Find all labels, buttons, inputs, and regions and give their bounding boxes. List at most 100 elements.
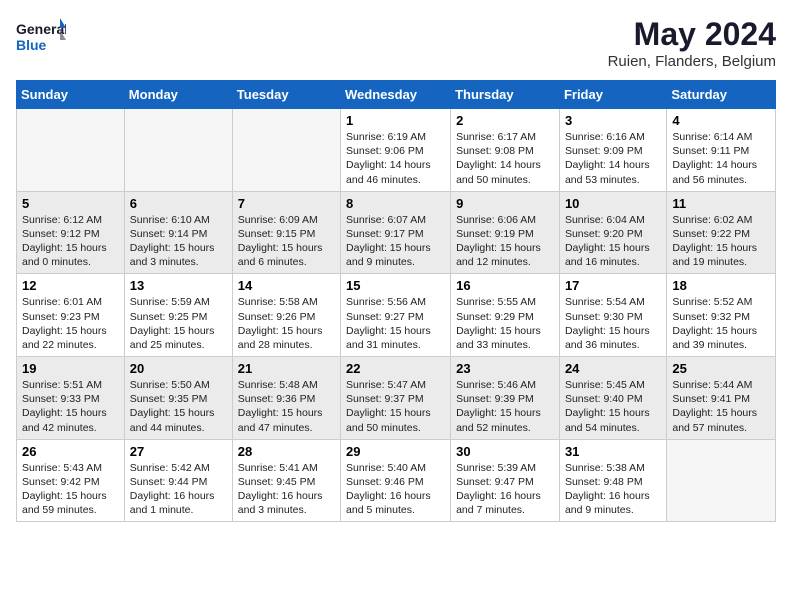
day-info: Sunrise: 5:39 AM Sunset: 9:47 PM Dayligh… [456, 461, 554, 518]
logo: General Blue [16, 16, 66, 60]
day-info: Sunrise: 5:42 AM Sunset: 9:44 PM Dayligh… [130, 461, 227, 518]
day-cell-7: 7 Sunrise: 6:09 AM Sunset: 9:15 PM Daylig… [232, 191, 340, 274]
day-info: Sunrise: 6:14 AM Sunset: 9:11 PM Dayligh… [672, 130, 770, 187]
day-cell-10: 10 Sunrise: 6:04 AM Sunset: 9:20 PM Dayli… [559, 191, 666, 274]
day-number: 9 [456, 196, 554, 211]
day-cell-18: 18 Sunrise: 5:52 AM Sunset: 9:32 PM Dayli… [667, 274, 776, 357]
day-number: 20 [130, 361, 227, 376]
day-info: Sunrise: 5:41 AM Sunset: 9:45 PM Dayligh… [238, 461, 335, 518]
day-number: 6 [130, 196, 227, 211]
day-number: 28 [238, 444, 335, 459]
day-cell-19: 19Sunrise: 5:51 AM Sunset: 9:33 PM Dayli… [17, 357, 125, 440]
day-info: Sunrise: 5:47 AM Sunset: 9:37 PM Dayligh… [346, 378, 445, 435]
day-number: 16 [456, 278, 554, 293]
day-info: Sunrise: 5:54 AM Sunset: 9:30 PM Dayligh… [565, 295, 661, 352]
day-cell-30: 30 Sunrise: 5:39 AM Sunset: 9:47 PM Dayli… [451, 439, 560, 522]
day-number: 3 [565, 113, 661, 128]
day-info: Sunrise: 5:45 AM Sunset: 9:40 PM Dayligh… [565, 378, 661, 435]
day-info: Sunrise: 5:40 AM Sunset: 9:46 PM Dayligh… [346, 461, 445, 518]
day-info: Sunrise: 5:46 AM Sunset: 9:39 PM Dayligh… [456, 378, 554, 435]
header-day-monday: Monday [124, 81, 232, 109]
day-info: Sunrise: 6:02 AM Sunset: 9:22 PM Dayligh… [672, 213, 770, 270]
day-cell-empty [17, 109, 125, 192]
day-cell-empty [124, 109, 232, 192]
calendar-table: SundayMondayTuesdayWednesdayThursdayFrid… [16, 80, 776, 522]
day-cell-28: 28 Sunrise: 5:41 AM Sunset: 9:45 PM Dayli… [232, 439, 340, 522]
day-number: 22 [346, 361, 445, 376]
day-cell-1: 1 Sunrise: 6:19 AM Sunset: 9:06 PM Daylig… [341, 109, 451, 192]
day-number: 11 [672, 196, 770, 211]
day-number: 29 [346, 444, 445, 459]
day-cell-13: 13Sunrise: 5:59 AM Sunset: 9:25 PM Dayli… [124, 274, 232, 357]
day-cell-16: 16Sunrise: 5:55 AM Sunset: 9:29 PM Dayli… [451, 274, 560, 357]
day-info: Sunrise: 5:44 AM Sunset: 9:41 PM Dayligh… [672, 378, 770, 435]
day-info: Sunrise: 6:06 AM Sunset: 9:19 PM Dayligh… [456, 213, 554, 270]
day-number: 26 [22, 444, 119, 459]
day-number: 12 [22, 278, 119, 293]
day-info: Sunrise: 5:38 AM Sunset: 9:48 PM Dayligh… [565, 461, 661, 518]
day-info: Sunrise: 6:09 AM Sunset: 9:15 PM Dayligh… [238, 213, 335, 270]
day-number: 27 [130, 444, 227, 459]
week-row-5: 26 Sunrise: 5:43 AM Sunset: 9:42 PM Dayli… [17, 439, 776, 522]
day-cell-empty [232, 109, 340, 192]
page-header: General Blue May 2024 Ruien, Flanders, B… [16, 16, 776, 70]
day-number: 30 [456, 444, 554, 459]
day-cell-20: 20 Sunrise: 5:50 AM Sunset: 9:35 PM Dayli… [124, 357, 232, 440]
day-info: Sunrise: 6:16 AM Sunset: 9:09 PM Dayligh… [565, 130, 661, 187]
day-info: Sunrise: 5:48 AM Sunset: 9:36 PM Dayligh… [238, 378, 335, 435]
week-row-2: 5 Sunrise: 6:12 AM Sunset: 9:12 PM Daylig… [17, 191, 776, 274]
day-info: Sunrise: 6:10 AM Sunset: 9:14 PM Dayligh… [130, 213, 227, 270]
header-day-tuesday: Tuesday [232, 81, 340, 109]
day-info: Sunrise: 5:52 AM Sunset: 9:32 PM Dayligh… [672, 295, 770, 352]
day-cell-24: 24 Sunrise: 5:45 AM Sunset: 9:40 PM Dayli… [559, 357, 666, 440]
day-cell-9: 9 Sunrise: 6:06 AM Sunset: 9:19 PM Daylig… [451, 191, 560, 274]
day-info: Sunrise: 5:51 AM Sunset: 9:33 PM Dayligh… [22, 378, 119, 435]
day-cell-23: 23 Sunrise: 5:46 AM Sunset: 9:39 PM Dayli… [451, 357, 560, 440]
day-cell-11: 11 Sunrise: 6:02 AM Sunset: 9:22 PM Dayli… [667, 191, 776, 274]
day-info: Sunrise: 6:01 AM Sunset: 9:23 PM Dayligh… [22, 295, 119, 352]
day-number: 13 [130, 278, 227, 293]
day-number: 4 [672, 113, 770, 128]
day-cell-27: 27 Sunrise: 5:42 AM Sunset: 9:44 PM Dayli… [124, 439, 232, 522]
day-info: Sunrise: 5:50 AM Sunset: 9:35 PM Dayligh… [130, 378, 227, 435]
day-info: Sunrise: 6:12 AM Sunset: 9:12 PM Dayligh… [22, 213, 119, 270]
day-number: 23 [456, 361, 554, 376]
day-number: 25 [672, 361, 770, 376]
day-cell-22: 22 Sunrise: 5:47 AM Sunset: 9:37 PM Dayli… [341, 357, 451, 440]
day-cell-14: 14Sunrise: 5:58 AM Sunset: 9:26 PM Dayli… [232, 274, 340, 357]
day-number: 14 [238, 278, 335, 293]
day-cell-2: 2 Sunrise: 6:17 AM Sunset: 9:08 PM Daylig… [451, 109, 560, 192]
day-cell-17: 17Sunrise: 5:54 AM Sunset: 9:30 PM Dayli… [559, 274, 666, 357]
day-number: 31 [565, 444, 661, 459]
day-number: 10 [565, 196, 661, 211]
day-cell-8: 8Sunrise: 6:07 AM Sunset: 9:17 PM Daylig… [341, 191, 451, 274]
week-row-3: 12 Sunrise: 6:01 AM Sunset: 9:23 PM Dayli… [17, 274, 776, 357]
day-cell-15: 15Sunrise: 5:56 AM Sunset: 9:27 PM Dayli… [341, 274, 451, 357]
day-cell-21: 21Sunrise: 5:48 AM Sunset: 9:36 PM Dayli… [232, 357, 340, 440]
day-info: Sunrise: 6:04 AM Sunset: 9:20 PM Dayligh… [565, 213, 661, 270]
title-block: May 2024 Ruien, Flanders, Belgium [608, 16, 776, 70]
svg-text:General: General [16, 21, 66, 37]
week-row-4: 19Sunrise: 5:51 AM Sunset: 9:33 PM Dayli… [17, 357, 776, 440]
header-day-saturday: Saturday [667, 81, 776, 109]
day-info: Sunrise: 6:19 AM Sunset: 9:06 PM Dayligh… [346, 130, 445, 187]
day-cell-29: 29 Sunrise: 5:40 AM Sunset: 9:46 PM Dayli… [341, 439, 451, 522]
day-number: 1 [346, 113, 445, 128]
header-day-wednesday: Wednesday [341, 81, 451, 109]
day-cell-12: 12 Sunrise: 6:01 AM Sunset: 9:23 PM Dayli… [17, 274, 125, 357]
day-number: 18 [672, 278, 770, 293]
day-info: Sunrise: 6:17 AM Sunset: 9:08 PM Dayligh… [456, 130, 554, 187]
day-number: 15 [346, 278, 445, 293]
day-number: 8 [346, 196, 445, 211]
day-number: 24 [565, 361, 661, 376]
day-number: 2 [456, 113, 554, 128]
header-row: SundayMondayTuesdayWednesdayThursdayFrid… [17, 81, 776, 109]
day-number: 7 [238, 196, 335, 211]
svg-text:Blue: Blue [16, 37, 47, 53]
day-number: 5 [22, 196, 119, 211]
day-cell-5: 5 Sunrise: 6:12 AM Sunset: 9:12 PM Daylig… [17, 191, 125, 274]
location: Ruien, Flanders, Belgium [608, 53, 776, 70]
day-cell-6: 6 Sunrise: 6:10 AM Sunset: 9:14 PM Daylig… [124, 191, 232, 274]
day-info: Sunrise: 5:43 AM Sunset: 9:42 PM Dayligh… [22, 461, 119, 518]
day-cell-31: 31 Sunrise: 5:38 AM Sunset: 9:48 PM Dayli… [559, 439, 666, 522]
